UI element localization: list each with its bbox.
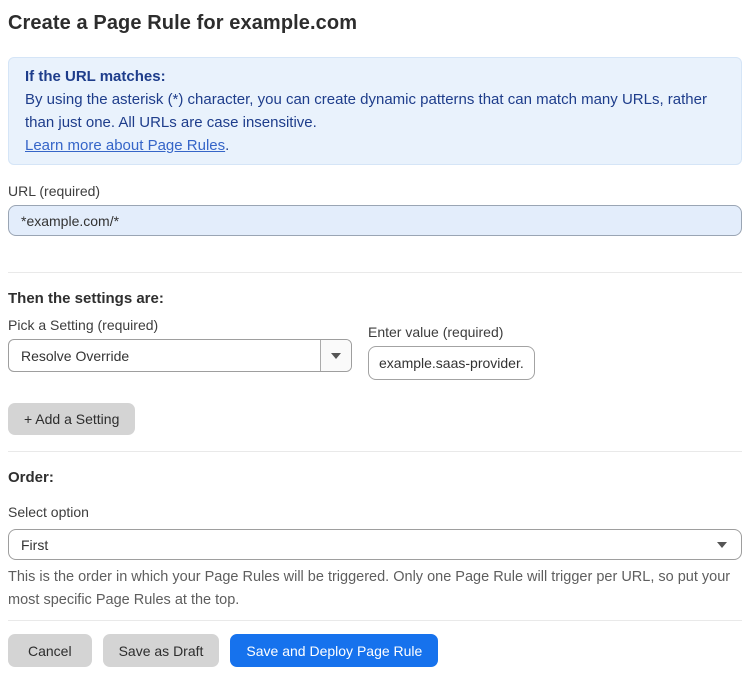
learn-more-link[interactable]: Learn more about Page Rules [25, 137, 225, 154]
save-draft-button[interactable]: Save as Draft [102, 634, 220, 667]
order-select[interactable]: First [8, 529, 742, 560]
page-title: Create a Page Rule for example.com [8, 12, 358, 34]
add-setting-button[interactable]: + Add a Setting [8, 403, 136, 435]
info-box-body: By using the asterisk (*) character, you… [25, 91, 707, 131]
order-help-text: This is the order in which your Page Rul… [8, 569, 731, 608]
info-box-link-line: Learn more about Page Rules. [25, 134, 725, 157]
url-input[interactable] [8, 205, 742, 236]
cancel-button[interactable]: Cancel [8, 634, 92, 667]
value-column: Enter value (required) [368, 317, 535, 380]
setting-value-label: Enter value (required) [368, 324, 504, 340]
url-label: URL (required) [8, 183, 101, 199]
settings-section-heading: Then the settings are: [8, 290, 164, 307]
order-select-label: Select option [8, 504, 89, 520]
page-rule-form: Create a Page Rule for example.com If th… [0, 0, 750, 667]
setting-select[interactable]: Resolve Override [8, 339, 352, 372]
settings-row: Pick a Setting (required) Resolve Overri… [8, 317, 742, 380]
setting-select-arrow-box[interactable] [320, 340, 351, 371]
divider [8, 620, 742, 621]
chevron-down-icon [717, 541, 727, 548]
divider [8, 451, 742, 452]
action-buttons: Cancel Save as Draft Save and Deploy Pag… [8, 634, 742, 667]
setting-column: Pick a Setting (required) Resolve Overri… [8, 317, 352, 380]
url-match-info-box: If the URL matches: By using the asteris… [8, 57, 742, 165]
chevron-down-icon [331, 352, 341, 359]
setting-select-value: Resolve Override [21, 347, 130, 364]
order-select-value: First [21, 536, 49, 553]
order-section-heading: Order: [8, 469, 54, 486]
setting-select-label: Pick a Setting (required) [8, 317, 159, 333]
info-box-heading: If the URL matches: [25, 68, 166, 85]
divider [8, 272, 742, 273]
setting-value-input[interactable] [368, 346, 535, 380]
link-period: . [225, 137, 230, 154]
save-deploy-button[interactable]: Save and Deploy Page Rule [230, 634, 439, 667]
